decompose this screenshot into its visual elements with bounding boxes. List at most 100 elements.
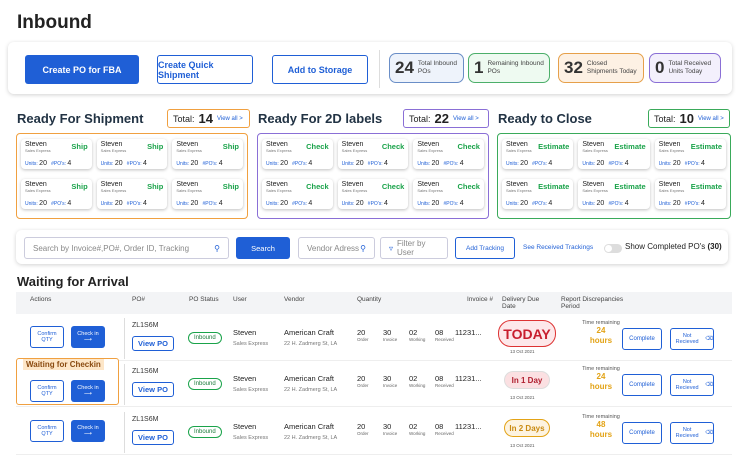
shipment-card[interactable]: Steven Sales Express Ship Units: 20 #PO'… bbox=[21, 178, 92, 209]
shipment-card[interactable]: Steven Sales Express Estimate Units: 20 … bbox=[578, 178, 650, 209]
card-action-button[interactable]: Estimate bbox=[614, 182, 645, 191]
stat-label: Total Inbound POs bbox=[417, 60, 457, 75]
shipment-card[interactable]: Steven Sales Express Check Units: 20 #PO… bbox=[262, 178, 333, 209]
view-all-link[interactable]: View all > bbox=[217, 116, 243, 122]
callout-text: Waiting for Checkin bbox=[23, 359, 104, 370]
pos-label: #PO's: bbox=[367, 161, 383, 167]
shipment-card[interactable]: Steven Sales Express Estimate Units: 20 … bbox=[578, 139, 650, 169]
table-row: Waiting for Checkin Confirm QTY Check in… bbox=[16, 358, 732, 407]
shipment-card[interactable]: Steven Sales Express Ship Units: 20 #PO'… bbox=[172, 139, 243, 169]
user-company: Sales Express bbox=[233, 435, 269, 441]
confirm-qty-button[interactable]: Confirm QTY bbox=[30, 380, 64, 402]
card-action-button[interactable]: Estimate bbox=[538, 142, 569, 151]
pos-label: #PO's: bbox=[684, 161, 700, 167]
card-action-button[interactable]: Ship bbox=[71, 142, 87, 151]
backspace-icon: ⌫ bbox=[705, 382, 713, 388]
view-po-button[interactable]: View PO bbox=[132, 382, 174, 397]
see-received-link[interactable]: See Received Trackings bbox=[523, 244, 593, 251]
not-received-button[interactable]: Not Recieved ⌫ bbox=[670, 422, 714, 444]
quantity-value: 02 bbox=[409, 374, 418, 383]
card-action-button[interactable]: Check bbox=[306, 182, 329, 191]
card-action-button[interactable]: Estimate bbox=[691, 142, 722, 151]
section-panel: Steven Sales Express Check Units: 20 #PO… bbox=[257, 133, 489, 219]
card-action-button[interactable]: Check bbox=[457, 142, 480, 151]
card-action-button[interactable]: Check bbox=[382, 182, 405, 191]
section-panel: Steven Sales Express Estimate Units: 20 … bbox=[497, 133, 731, 219]
completed-count: (30) bbox=[707, 242, 722, 251]
complete-button[interactable]: Complete bbox=[622, 374, 662, 396]
shipment-card[interactable]: Steven Sales Express Estimate Units: 20 … bbox=[502, 139, 574, 169]
confirm-qty-button[interactable]: Confirm QTY bbox=[30, 326, 64, 348]
section-title: Ready For 2D labels bbox=[258, 111, 383, 126]
card-action-button[interactable]: Ship bbox=[147, 182, 163, 191]
vendor-address: 22 H. Zadmerg St, LA bbox=[284, 341, 338, 347]
units-value: 20 bbox=[114, 199, 123, 207]
card-action-button[interactable]: Estimate bbox=[538, 182, 569, 191]
shipment-card[interactable]: Steven Sales Express Ship Units: 20 #PO'… bbox=[21, 139, 92, 169]
quantity-label: Invoice bbox=[383, 431, 398, 436]
not-received-button[interactable]: Not Recieved ⌫ bbox=[670, 328, 714, 350]
view-all-link[interactable]: View all > bbox=[453, 116, 479, 122]
not-received-label: Not Recieved bbox=[675, 427, 699, 439]
search-input[interactable]: Search by Invoice#,PO#, Order ID, Tracki… bbox=[24, 237, 229, 259]
units-label: Units: bbox=[658, 161, 672, 167]
pos-label: #PO's: bbox=[202, 161, 218, 167]
search-button[interactable]: Search bbox=[236, 237, 290, 259]
confirm-qty-button[interactable]: Confirm QTY bbox=[30, 420, 64, 442]
shipment-card[interactable]: Steven Sales Express Estimate Units: 20 … bbox=[502, 178, 574, 209]
shipment-card[interactable]: Steven Sales Express Check Units: 20 #PO… bbox=[337, 178, 409, 209]
complete-button[interactable]: Complete bbox=[622, 328, 662, 350]
show-completed-label: Show Completed PO's (30) bbox=[625, 242, 722, 251]
units-label: Units: bbox=[100, 161, 114, 167]
add-storage-button[interactable]: Add to Storage bbox=[272, 55, 368, 84]
view-po-button[interactable]: View PO bbox=[132, 430, 174, 445]
card-action-button[interactable]: Check bbox=[457, 182, 480, 191]
col-status: PO Status bbox=[189, 296, 219, 303]
card-action-button[interactable]: Ship bbox=[223, 142, 239, 151]
check-in-button[interactable]: Check in ⟶ bbox=[71, 326, 105, 348]
vendor-address-input[interactable]: Vendor Adress ⚲ bbox=[298, 237, 375, 259]
shipment-card[interactable]: Steven Sales Express Ship Units: 20 #PO'… bbox=[96, 139, 168, 169]
units-value: 20 bbox=[190, 160, 199, 167]
filter-user-dropdown[interactable]: ▿ Filter by User bbox=[380, 237, 448, 259]
not-received-button[interactable]: Not Recieved ⌫ bbox=[670, 374, 714, 396]
pos-label: #PO's: bbox=[532, 161, 547, 167]
shipment-card[interactable]: Steven Sales Express Check Units: 20 #PO… bbox=[413, 139, 484, 169]
card-action-button[interactable]: Check bbox=[382, 142, 405, 151]
due-date: 13 Oct 2021 bbox=[510, 395, 535, 400]
view-all-link[interactable]: View all > bbox=[698, 116, 724, 122]
shipment-card[interactable]: Steven Sales Express Estimate Units: 20 … bbox=[654, 139, 726, 169]
stat-card: 1 Remaining Inbound POs bbox=[468, 53, 550, 83]
quantity-cell: 08 Received bbox=[435, 374, 454, 388]
shipment-card[interactable]: Steven Sales Express Check Units: 20 #PO… bbox=[337, 139, 409, 169]
table-header: Actions PO# PO Status User Vendor Quanti… bbox=[16, 292, 732, 314]
view-po-button[interactable]: View PO bbox=[132, 336, 174, 351]
section-total: Total: 10 View all > bbox=[648, 109, 730, 128]
card-action-button[interactable]: Check bbox=[306, 142, 329, 151]
shipment-card[interactable]: Steven Sales Express Estimate Units: 20 … bbox=[654, 178, 726, 209]
table-row: Confirm QTY Check in ⟶ ZL1S6M View PO Inb… bbox=[16, 316, 732, 361]
vendor-name: American Craft bbox=[284, 422, 335, 431]
check-in-button[interactable]: Check in ⟶ bbox=[71, 420, 105, 442]
card-meta: Units: 20 #PO's: 4 bbox=[176, 200, 222, 207]
shipment-card[interactable]: Steven Sales Express Ship Units: 20 #PO'… bbox=[96, 178, 168, 209]
pos-value: 4 bbox=[384, 199, 388, 207]
vendor-name: American Craft bbox=[284, 328, 335, 337]
show-completed-toggle[interactable] bbox=[604, 244, 622, 253]
card-action-button[interactable]: Ship bbox=[147, 142, 163, 151]
card-action-button[interactable]: Estimate bbox=[614, 142, 645, 151]
quantity-cell: 02 Working bbox=[409, 328, 425, 342]
add-tracking-button[interactable]: Add Tracking bbox=[455, 237, 515, 259]
shipment-card[interactable]: Steven Sales Express Check Units: 20 #PO… bbox=[413, 178, 484, 209]
quick-shipment-button[interactable]: Create Quick Shipment bbox=[157, 55, 253, 84]
shipment-card[interactable]: Steven Sales Express Check Units: 20 #PO… bbox=[262, 139, 333, 169]
card-action-button[interactable]: Ship bbox=[71, 182, 87, 191]
create-po-button[interactable]: Create PO for FBA bbox=[25, 55, 139, 84]
complete-button[interactable]: Complete bbox=[622, 422, 662, 444]
card-action-button[interactable]: Estimate bbox=[691, 182, 722, 191]
quantity-label: Received bbox=[435, 337, 454, 342]
check-in-button[interactable]: Check in ⟶ bbox=[71, 380, 105, 402]
card-action-button[interactable]: Ship bbox=[223, 182, 239, 191]
search-icon: ⚲ bbox=[214, 243, 220, 253]
shipment-card[interactable]: Steven Sales Express Ship Units: 20 #PO'… bbox=[172, 178, 243, 209]
